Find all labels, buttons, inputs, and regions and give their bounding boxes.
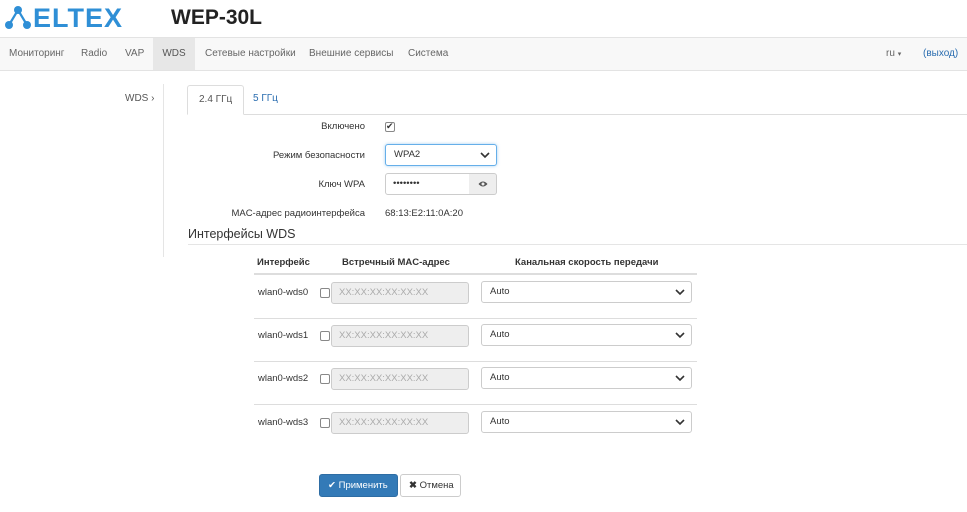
eye-icon [478, 181, 487, 187]
wpa-key-input[interactable]: •••••••• [385, 173, 470, 195]
logout-link[interactable]: (выход) [923, 38, 958, 70]
apply-button[interactable]: ✔ Применить [319, 474, 398, 497]
column-header-rate: Канальная скорость передачи [515, 257, 659, 268]
wpa-key-label: Ключ WPA [318, 179, 365, 190]
close-icon: ✖ [409, 480, 417, 491]
section-divider [188, 244, 967, 245]
table-row-iface: wlan0-wds2 [258, 373, 309, 384]
show-password-button[interactable] [469, 173, 497, 195]
enabled-checkbox[interactable] [385, 121, 395, 132]
wds1-rate-select[interactable]: Auto [481, 324, 692, 346]
caret-down-icon: ▾ [897, 51, 902, 58]
device-title: WEP-30L [171, 6, 263, 29]
check-icon: ✔ [328, 480, 336, 491]
sidebar-divider [163, 84, 164, 257]
chevron-down-icon [675, 332, 685, 339]
nav-item-network-settings[interactable]: Сетевые настройки [205, 38, 296, 70]
eltex-logo: ELTEX [4, 3, 123, 33]
security-mode-label: Режим безопасности [273, 150, 365, 161]
table-row-iface: wlan0-wds1 [258, 330, 309, 341]
apply-label: Применить [338, 480, 388, 491]
wds2-rate-select[interactable]: Auto [481, 367, 692, 389]
wds2-rate-value: Auto [490, 372, 510, 383]
language-label: ru [886, 48, 895, 59]
security-mode-select[interactable]: WPA2 [385, 144, 497, 166]
column-header-peer-mac: Встречный MAC-адрес [342, 257, 450, 268]
wds0-rate-select[interactable]: Auto [481, 281, 692, 303]
tab-2-4ghz[interactable]: 2.4 ГГц [187, 85, 245, 115]
wds0-rate-value: Auto [490, 286, 510, 297]
tabs-underline [187, 114, 967, 115]
nav-item-external-services[interactable]: Внешние сервисы [309, 38, 393, 70]
row-divider [254, 404, 697, 405]
radio-mac-label: MAC-адрес радиоинтерфейса [231, 208, 365, 219]
cancel-button[interactable]: ✖ Отмена [400, 474, 461, 497]
wds1-checkbox[interactable] [320, 331, 330, 341]
wds1-rate-value: Auto [490, 329, 510, 340]
wds0-peer-mac-input[interactable]: XX:XX:XX:XX:XX:XX [331, 282, 469, 304]
tab-5ghz[interactable]: 5 ГГц [242, 85, 289, 115]
nav-item-wds[interactable]: WDS [153, 38, 195, 70]
chevron-down-icon [675, 375, 685, 382]
top-navbar: Мониторинг Radio VAP WDS Сетевые настрой… [0, 37, 967, 71]
nav-item-radio[interactable]: Radio [81, 38, 107, 70]
eltex-logo-icon [5, 6, 31, 29]
language-dropdown[interactable]: ru ▾ [886, 38, 901, 70]
security-mode-value: WPA2 [394, 149, 421, 160]
row-divider [254, 318, 697, 319]
chevron-down-icon [480, 152, 490, 159]
radio-mac-value: 68:13:E2:11:0A:20 [385, 208, 463, 219]
chevron-down-icon [675, 289, 685, 296]
table-row-iface: wlan0-wds0 [258, 287, 309, 298]
wds3-checkbox[interactable] [320, 418, 330, 428]
cancel-label: Отмена [419, 480, 454, 491]
nav-item-monitoring[interactable]: Мониторинг [9, 38, 64, 70]
column-header-interface: Интерфейс [257, 257, 310, 268]
wds1-peer-mac-input[interactable]: XX:XX:XX:XX:XX:XX [331, 325, 469, 347]
sidebar-item-wds[interactable]: WDS › [125, 93, 154, 104]
wds-interfaces-title: Интерфейсы WDS [188, 227, 296, 241]
logo-text: ELTEX [33, 3, 124, 33]
table-row-iface: wlan0-wds3 [258, 417, 309, 428]
wds2-peer-mac-input[interactable]: XX:XX:XX:XX:XX:XX [331, 368, 469, 390]
wds2-checkbox[interactable] [320, 374, 330, 384]
enabled-label: Включено [321, 121, 365, 132]
nav-item-vap[interactable]: VAP [125, 38, 144, 70]
row-divider [254, 361, 697, 362]
table-header-rule [254, 273, 697, 275]
wds3-peer-mac-input[interactable]: XX:XX:XX:XX:XX:XX [331, 412, 469, 434]
chevron-down-icon [675, 419, 685, 426]
nav-item-system[interactable]: Система [408, 38, 448, 70]
wds3-rate-value: Auto [490, 416, 510, 427]
wds3-rate-select[interactable]: Auto [481, 411, 692, 433]
wds0-checkbox[interactable] [320, 288, 330, 298]
